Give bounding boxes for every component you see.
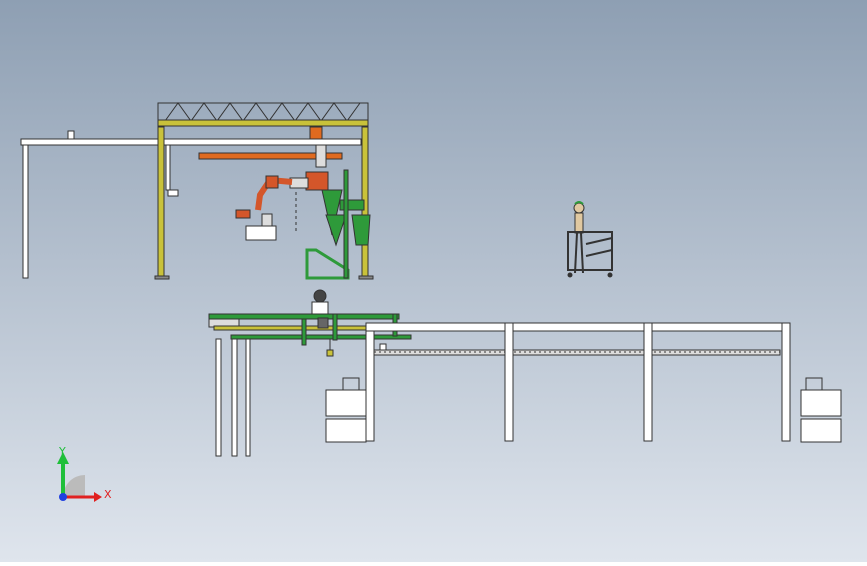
gantry-left-column <box>157 126 165 279</box>
robot-base <box>305 171 329 191</box>
infeed-lower-rail <box>230 334 412 340</box>
left-bin-upper <box>325 389 367 417</box>
motor-unit <box>313 289 327 303</box>
rail-hanger <box>165 144 171 191</box>
operator-torso <box>574 212 584 234</box>
viewport-background <box>0 0 867 562</box>
left-bin-lower <box>325 418 367 443</box>
motor-housing <box>311 301 329 315</box>
cart-wheel-left <box>567 272 573 278</box>
drop-hook <box>326 349 334 357</box>
triad-x-label: X <box>104 488 112 501</box>
conveyor-leg-2 <box>504 322 514 442</box>
gantry-top-beam <box>157 119 369 127</box>
overhead-rail-beam <box>20 138 362 146</box>
right-bin-lower <box>800 418 842 443</box>
infeed-leg-2 <box>231 338 238 457</box>
robot-elbow <box>265 175 279 189</box>
cad-viewport[interactable]: Y X <box>0 0 867 562</box>
robot-tool-flange <box>261 213 273 227</box>
infeed-green-post-mid <box>301 318 307 346</box>
infeed-leg-3 <box>245 338 251 457</box>
conveyor-top-beam <box>365 322 791 332</box>
drive-block <box>317 317 329 329</box>
gantry-right-foot <box>358 275 374 280</box>
triad-y-label: Y <box>58 445 66 458</box>
conveyor-leg-1 <box>365 330 375 442</box>
vertical-slide <box>315 144 327 168</box>
gantry-carriage <box>309 126 323 140</box>
conveyor-leg-4 <box>781 322 791 442</box>
conveyor-end-stop <box>379 343 387 351</box>
infeed-leg-1 <box>215 338 222 457</box>
infeed-green-post <box>332 313 338 341</box>
gantry-left-foot <box>154 275 170 280</box>
robot-wrist <box>235 209 251 219</box>
triad-z-axis <box>59 493 67 501</box>
right-bin-upper <box>800 389 842 417</box>
conveyor-leg-3 <box>643 322 653 442</box>
rail-stop-block <box>67 130 75 140</box>
rail-hanger-clamp <box>167 189 179 197</box>
infeed-top-rail <box>208 313 400 320</box>
robot-shoulder <box>289 177 309 189</box>
cart-wheel-right <box>607 272 613 278</box>
rail-left-post <box>22 144 29 279</box>
cad-drawing-canvas: Y X <box>0 0 867 562</box>
robot-tool-housing <box>245 225 277 241</box>
positioner-column <box>343 169 349 279</box>
